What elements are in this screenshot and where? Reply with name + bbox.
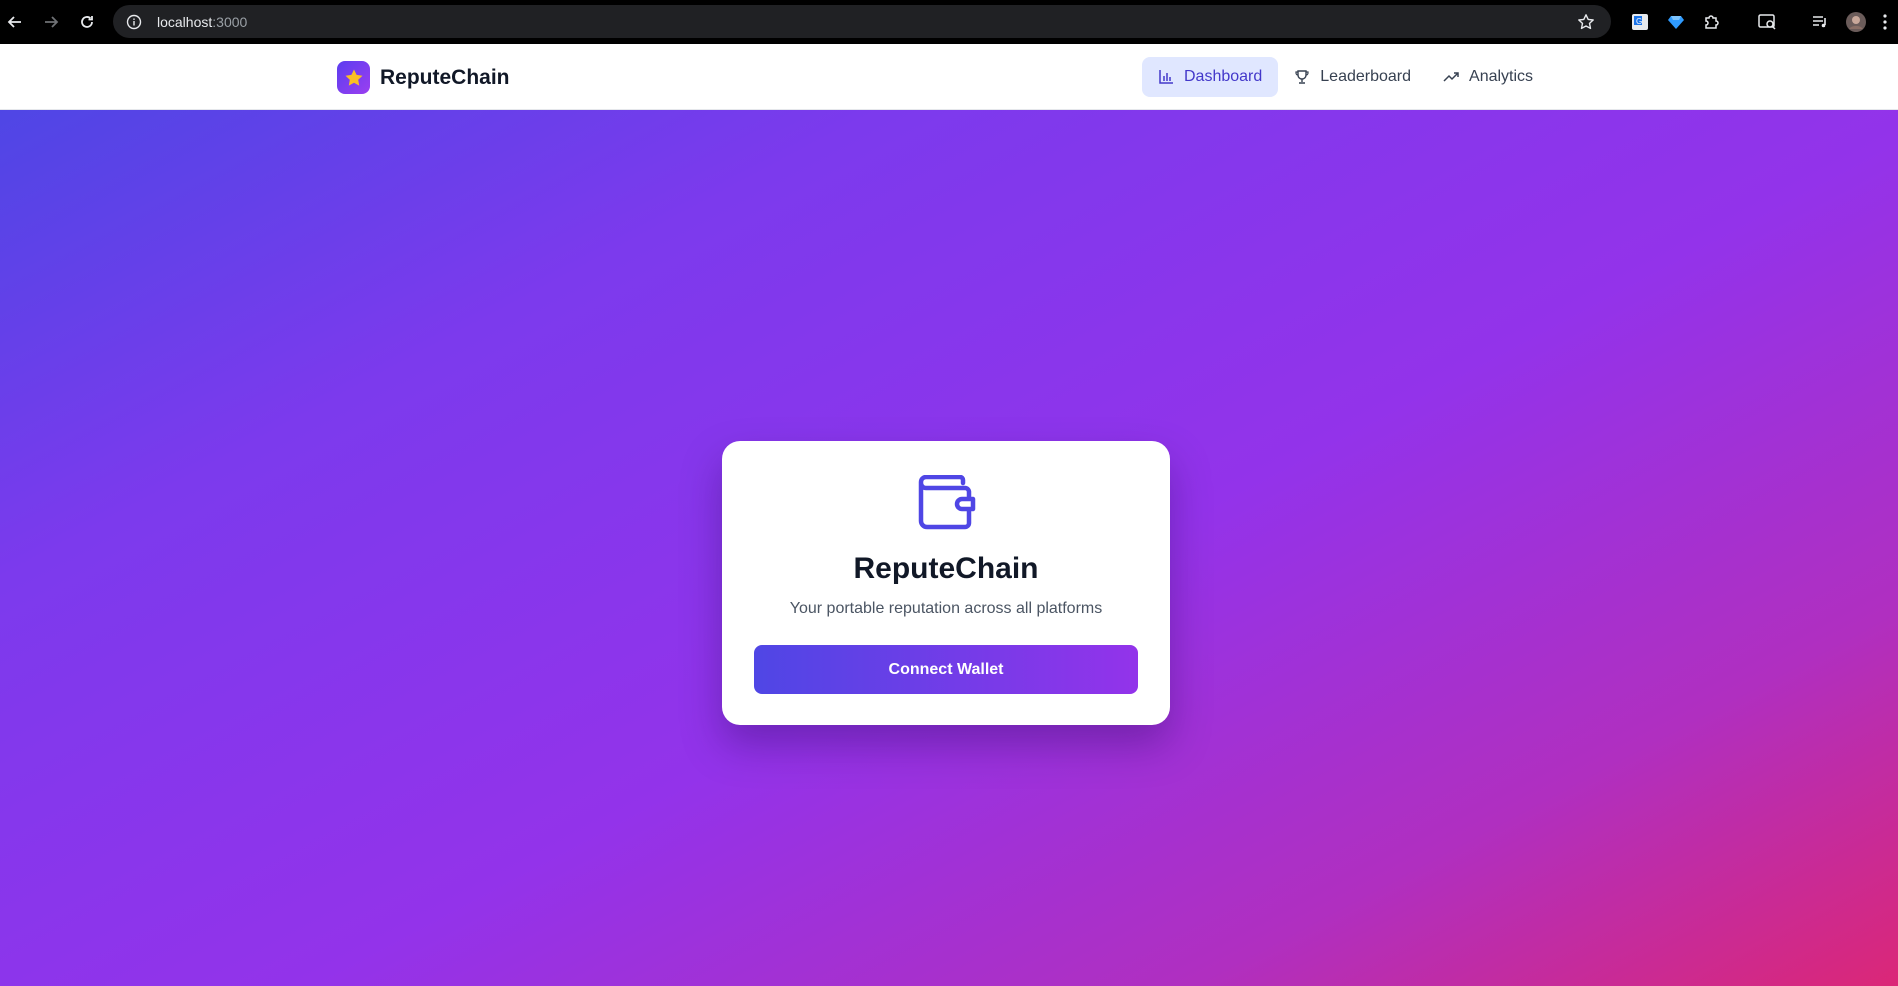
connect-wallet-button[interactable]: Connect Wallet xyxy=(754,645,1138,694)
brand-logo xyxy=(337,61,370,94)
address-bar[interactable]: localhost:3000 xyxy=(113,5,1611,38)
arrow-left-icon xyxy=(7,16,21,28)
reload-button[interactable] xyxy=(69,4,105,40)
card-title: ReputeChain xyxy=(853,552,1039,585)
nav-item-label: Leaderboard xyxy=(1320,68,1412,85)
main-nav: Dashboard Leaderboard Analytics xyxy=(1142,57,1549,97)
nav-item-label: Dashboard xyxy=(1184,68,1263,85)
nav-item-label: Analytics xyxy=(1469,68,1534,85)
nav-item-leaderboard[interactable]: Leaderboard xyxy=(1278,57,1427,97)
browser-menu-icon[interactable] xyxy=(1878,8,1892,36)
extension-translate-icon[interactable]: G xyxy=(1626,8,1654,36)
main-content: ReputeChain Your portable reputation acr… xyxy=(0,110,1898,986)
site-info-icon[interactable] xyxy=(125,13,143,31)
url-host: localhost xyxy=(157,13,213,30)
url-port: :3000 xyxy=(212,13,248,30)
trophy-icon xyxy=(1295,70,1309,84)
trending-up-icon xyxy=(1443,72,1459,82)
browser-toolbar: localhost:3000 G xyxy=(0,0,1898,44)
bookmark-star-icon[interactable] xyxy=(1575,11,1597,33)
extensions-puzzle-icon[interactable] xyxy=(1698,8,1726,36)
arrow-right-icon xyxy=(45,16,59,28)
reload-icon xyxy=(81,16,93,28)
svg-text:G: G xyxy=(1636,17,1642,26)
media-controls-icon[interactable] xyxy=(1806,8,1834,36)
brand[interactable]: ReputeChain xyxy=(337,61,510,94)
app-header: ReputeChain Dashboard Leaderboard Analyt… xyxy=(0,44,1898,110)
nav-item-analytics[interactable]: Analytics xyxy=(1427,57,1549,97)
url-text: localhost:3000 xyxy=(157,14,247,30)
card-subtitle: Your portable reputation across all plat… xyxy=(789,600,1103,617)
profile-avatar-icon[interactable] xyxy=(1842,8,1870,36)
bar-chart-icon xyxy=(1159,70,1173,84)
brand-name: ReputeChain xyxy=(380,65,510,89)
forward-button[interactable] xyxy=(33,4,69,40)
wallet-icon xyxy=(918,475,976,530)
connect-card: ReputeChain Your portable reputation acr… xyxy=(722,441,1170,725)
back-button[interactable] xyxy=(0,4,33,40)
nav-item-dashboard[interactable]: Dashboard xyxy=(1142,57,1279,97)
tab-search-icon[interactable] xyxy=(1754,8,1782,36)
extension-gem-icon[interactable] xyxy=(1662,8,1690,36)
star-icon xyxy=(345,69,362,86)
